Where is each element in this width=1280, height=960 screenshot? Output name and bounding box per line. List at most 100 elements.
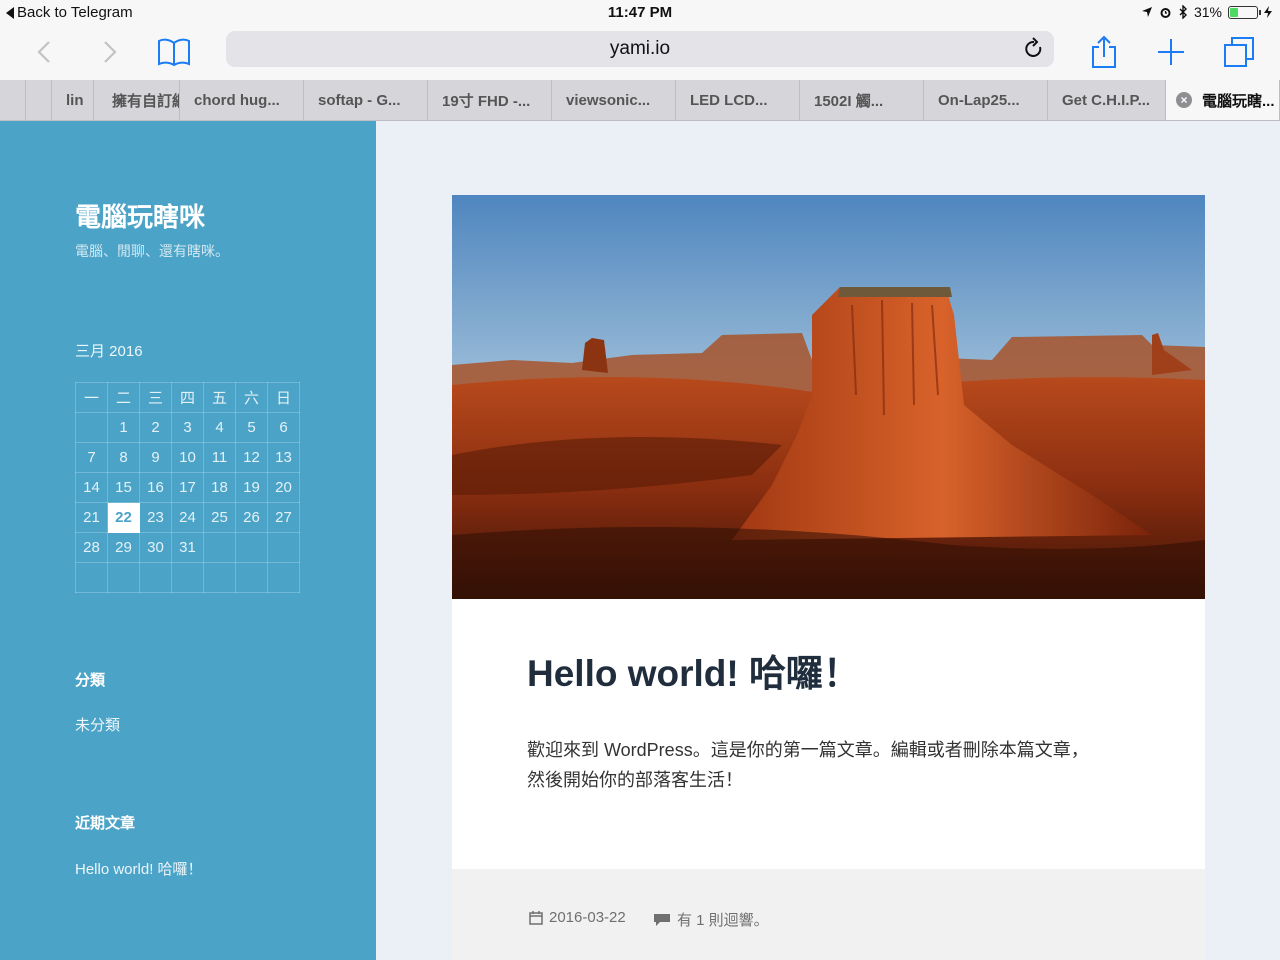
- weekday: 日: [267, 382, 300, 413]
- status-icons: 31%: [1141, 4, 1272, 20]
- post-content-line: 歡迎來到 WordPress。這是你的第一篇文章。編輯或者刪除本篇文章，: [527, 740, 1089, 760]
- tab[interactable]: 1502I 觸...: [800, 80, 924, 120]
- post-comments[interactable]: 有 1 則迴響。: [653, 909, 769, 930]
- recent-post-link[interactable]: Hello world! 哈囉！: [75, 858, 203, 879]
- address-bar[interactable]: yami.io: [226, 31, 1054, 67]
- tab[interactable]: chord hug...: [180, 80, 304, 120]
- calendar-week-row: 7 8 9 10 11 12 13: [75, 442, 300, 473]
- calendar-day: 14: [75, 472, 108, 503]
- tab[interactable]: On-Lap25...: [924, 80, 1048, 120]
- calendar-day: 25: [203, 502, 236, 533]
- tab-label: 19寸 FHD -...: [442, 92, 531, 110]
- weekday: 五: [203, 382, 236, 413]
- tab-label: chord hug...: [194, 91, 280, 109]
- tab[interactable]: softap - G...: [304, 80, 428, 120]
- weekday: 三: [139, 382, 172, 413]
- calendar-day: 17: [171, 472, 204, 503]
- calendar-empty-cell: [75, 562, 108, 593]
- calendar-empty-cell: [203, 532, 236, 563]
- post-footer: 2016-03-22 有 1 則迴響。: [452, 869, 1205, 960]
- calendar-empty-cell: [267, 532, 300, 563]
- share-button[interactable]: [1086, 34, 1122, 70]
- calendar-days: 1 2 3 4 5 6 7 8 9 10 11 12 13 14 15 16 17 18 19 20 21 22 23 24 2…: [75, 412, 300, 593]
- tab-label: viewsonic...: [566, 91, 651, 109]
- tab-stack-edge[interactable]: [0, 80, 26, 120]
- tab[interactable]: Get C.H.I.P...: [1048, 80, 1166, 120]
- calendar-day: 12: [235, 442, 268, 473]
- calendar-empty-cell: [235, 532, 268, 563]
- calendar-empty-cell: [171, 562, 204, 593]
- tab-strip: lin 擁有自訂網 chord hug... softap - G... 19寸…: [0, 80, 1280, 121]
- featured-image: [452, 195, 1205, 599]
- tab-label: Get C.H.I.P...: [1062, 91, 1151, 109]
- calendar-day: 26: [235, 502, 268, 533]
- calendar-day: 2: [139, 412, 172, 443]
- bookmarks-button[interactable]: [156, 34, 192, 70]
- calendar-day: 19: [235, 472, 268, 503]
- tab[interactable]: viewsonic...: [552, 80, 676, 120]
- tab-stack-edge[interactable]: [26, 80, 52, 120]
- calendar-day: 15: [107, 472, 140, 503]
- calendar-day: 6: [267, 412, 300, 443]
- calendar-week-row: [75, 562, 300, 593]
- category-link[interactable]: 未分類: [75, 714, 120, 735]
- tab-active[interactable]: × 電腦玩瞎...: [1166, 80, 1280, 120]
- calendar-day: 18: [203, 472, 236, 503]
- calendar-day: 30: [139, 532, 172, 563]
- calendar-day: 24: [171, 502, 204, 533]
- calendar-icon: [529, 910, 543, 925]
- calendar-day: 21: [75, 502, 108, 533]
- calendar: 一 二 三 四 五 六 日 1 2 3 4 5 6 7 8 9 10 11 12 13 14 15 16 17 1…: [75, 382, 300, 593]
- tab-label: 1502I 觸...: [814, 92, 884, 110]
- post-content-line: 然後開始你的部落客生活！: [527, 770, 743, 790]
- calendar-week-row: 21 22 23 24 25 26 27: [75, 502, 300, 533]
- new-tab-button[interactable]: [1153, 34, 1189, 70]
- calendar-day: 16: [139, 472, 172, 503]
- comment-icon: [654, 913, 670, 926]
- post-date-text: 2016-03-22: [549, 909, 626, 926]
- calendar-day[interactable]: 22: [107, 502, 140, 533]
- calendar-day: 29: [107, 532, 140, 563]
- browser-toolbar: yami.io: [0, 26, 1280, 80]
- tabs-button[interactable]: [1221, 34, 1257, 70]
- calendar-day: 31: [171, 532, 204, 563]
- calendar-empty-cell: [203, 562, 236, 593]
- tab[interactable]: lin: [52, 80, 94, 120]
- tab[interactable]: 19寸 FHD -...: [428, 80, 552, 120]
- tab-label: On-Lap25...: [938, 91, 1020, 109]
- back-icon: [37, 41, 50, 63]
- calendar-empty-cell: [267, 562, 300, 593]
- calendar-caption: 三月 2016: [75, 343, 143, 360]
- calendar-empty-cell: [75, 412, 108, 443]
- reload-icon[interactable]: [1022, 37, 1046, 61]
- battery-icon: [1228, 5, 1261, 19]
- calendar-empty-cell: [235, 562, 268, 593]
- post-date[interactable]: 2016-03-22: [529, 909, 626, 926]
- calendar-day: 10: [171, 442, 204, 473]
- tab-label: lin: [66, 91, 84, 109]
- weekday: 一: [75, 382, 108, 413]
- location-icon: [1141, 7, 1152, 17]
- close-tab-icon[interactable]: ×: [1176, 92, 1192, 108]
- tab-label: softap - G...: [318, 91, 401, 109]
- calendar-day: 7: [75, 442, 108, 473]
- calendar-day: 28: [75, 532, 108, 563]
- tab[interactable]: 擁有自訂網: [94, 80, 180, 120]
- url-text: yami.io: [609, 38, 671, 59]
- tab[interactable]: LED LCD...: [676, 80, 800, 120]
- tabs-icon: [1224, 37, 1254, 67]
- clock: 11:47 PM: [607, 4, 673, 21]
- post-title[interactable]: Hello world! 哈囉！: [527, 643, 860, 697]
- calendar-empty-cell: [139, 562, 172, 593]
- calendar-day: 9: [139, 442, 172, 473]
- calendar-week-row: 28 29 30 31: [75, 532, 300, 563]
- back-button[interactable]: [26, 34, 62, 70]
- forward-button[interactable]: [92, 34, 128, 70]
- tab-label: LED LCD...: [690, 91, 768, 109]
- bluetooth-icon: [1179, 5, 1187, 19]
- calendar-day: 27: [267, 502, 300, 533]
- post-article: Hello world! 哈囉！ 歡迎來到 WordPress。這是你的第一篇文…: [452, 195, 1205, 960]
- weekday: 二: [107, 382, 140, 413]
- share-icon: [1092, 35, 1116, 68]
- site-title[interactable]: 電腦玩瞎咪: [75, 197, 205, 234]
